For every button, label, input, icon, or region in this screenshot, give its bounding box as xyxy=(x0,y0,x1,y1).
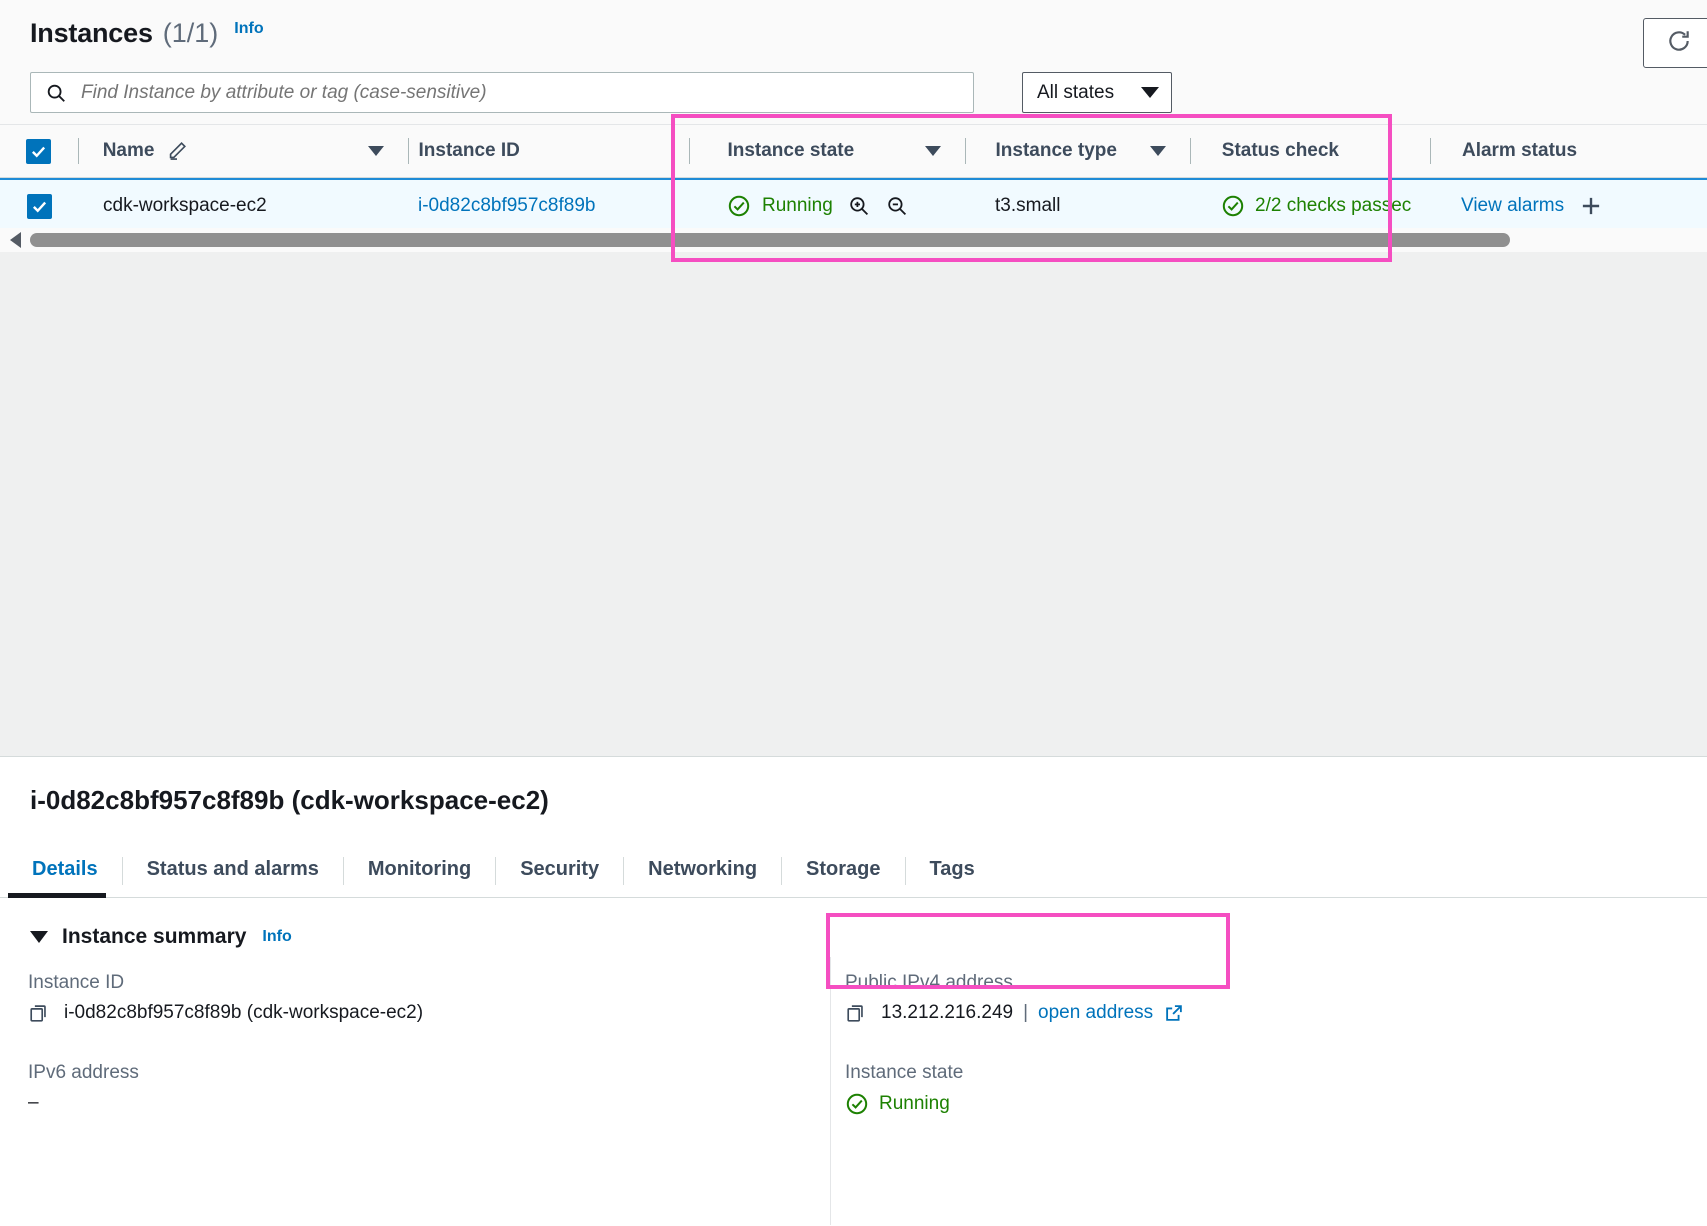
field-ipv6-value: – xyxy=(28,1092,39,1113)
summary-column-divider xyxy=(830,957,831,1225)
instance-summary-title: Instance summary xyxy=(62,925,247,948)
field-instance-id-value: i-0d82c8bf957c8f89b (cdk-workspace-ec2) xyxy=(64,1002,424,1023)
instance-type-text: t3.small xyxy=(995,195,1061,216)
sort-instance-state-button[interactable] xyxy=(924,146,941,156)
refresh-button[interactable] xyxy=(1643,18,1707,68)
column-header-status-check-label: Status check xyxy=(1221,140,1340,161)
status-check-text: 2/2 checks passec xyxy=(1255,195,1412,216)
header-info-link[interactable]: Info xyxy=(234,20,263,38)
column-header-name[interactable]: Name xyxy=(79,125,408,177)
search-row: All states xyxy=(0,68,1707,122)
sort-name-button[interactable] xyxy=(367,146,384,156)
tab-tags[interactable]: Tags xyxy=(906,858,999,897)
panel-header: Instances (1/1) Info xyxy=(0,0,1707,68)
ec2-instances-console: Instances (1/1) Info Find Instance by at… xyxy=(0,0,1707,1226)
search-box[interactable] xyxy=(30,72,974,113)
column-header-status-check[interactable]: Status check xyxy=(1191,125,1430,177)
tab-details[interactable]: Details xyxy=(0,858,122,898)
field-instance-id-label: Instance ID xyxy=(28,972,125,993)
tab-networking[interactable]: Networking xyxy=(624,858,781,897)
instance-state-text: Running xyxy=(762,195,833,216)
search-input[interactable] xyxy=(79,80,943,105)
column-header-instance-type[interactable]: Instance type xyxy=(966,125,1190,177)
column-header-alarm-status[interactable]: Alarm status xyxy=(1431,125,1707,177)
row-select-cell[interactable] xyxy=(0,180,78,232)
field-instance-state-value-row: Running xyxy=(845,1092,963,1116)
detail-panel-title: i-0d82c8bf957c8f89b (cdk-workspace-ec2) xyxy=(30,785,549,815)
field-ipv6-label: IPv6 address xyxy=(28,1062,139,1083)
sort-instance-type-button[interactable] xyxy=(1149,146,1166,156)
instance-summary-info-link[interactable]: Info xyxy=(262,928,291,946)
copy-icon[interactable] xyxy=(845,1002,867,1024)
cell-instance-id[interactable]: i-0d82c8bf957c8f89b xyxy=(408,180,690,232)
caret-left-icon[interactable] xyxy=(10,232,21,248)
check-circle-icon xyxy=(1221,194,1245,218)
cell-alarm-status[interactable]: View alarms xyxy=(1430,180,1707,232)
tab-storage[interactable]: Storage xyxy=(782,858,904,897)
select-all-cell[interactable] xyxy=(0,125,78,177)
tab-status-and-alarms[interactable]: Status and alarms xyxy=(123,858,343,897)
field-instance-state-label: Instance state xyxy=(845,1062,964,1083)
tab-monitoring[interactable]: Monitoring xyxy=(344,858,495,897)
column-header-instance-id[interactable]: Instance ID xyxy=(409,125,690,177)
copy-icon[interactable] xyxy=(28,1002,50,1024)
external-link-icon[interactable] xyxy=(1163,1002,1185,1024)
grid-header: Name Instance ID Instance state Instance… xyxy=(0,124,1707,178)
column-header-instance-id-label: Instance ID xyxy=(418,140,520,161)
instances-count: (1/1) xyxy=(162,17,219,48)
field-public-ipv4-label: Public IPv4 address xyxy=(845,972,1013,993)
instance-details-panel: i-0d82c8bf957c8f89b (cdk-workspace-ec2) … xyxy=(0,757,1707,1226)
tab-security[interactable]: Security xyxy=(496,858,623,897)
field-ipv6-address: IPv6 address – xyxy=(28,1062,139,1114)
cell-name-text: cdk-workspace-ec2 xyxy=(103,195,267,216)
instance-id-link[interactable]: i-0d82c8bf957c8f89b xyxy=(418,195,595,217)
magnifier-minus-icon[interactable] xyxy=(885,194,909,218)
pencil-icon[interactable] xyxy=(166,140,188,162)
column-header-instance-state-label: Instance state xyxy=(727,140,855,161)
instance-summary-header: Instance summary Info xyxy=(30,925,292,949)
row-checkbox[interactable] xyxy=(26,193,52,219)
horizontal-scrollbar[interactable] xyxy=(0,228,1707,252)
search-icon xyxy=(45,82,67,104)
field-public-ipv4: Public IPv4 address 13.212.216.249 | ope… xyxy=(845,972,1185,1024)
scrollbar-thumb[interactable] xyxy=(30,233,1510,247)
column-header-name-label: Name xyxy=(102,140,155,161)
field-instance-id-value-row: i-0d82c8bf957c8f89b (cdk-workspace-ec2) xyxy=(28,1002,423,1024)
column-header-alarm-status-label: Alarm status xyxy=(1461,140,1578,161)
field-public-ipv4-value: 13.212.216.249 xyxy=(881,1002,1014,1023)
magnifier-plus-icon[interactable] xyxy=(847,194,871,218)
state-filter-value: All states xyxy=(1037,81,1115,103)
detail-tabs: Details Status and alarms Monitoring Sec… xyxy=(0,835,1707,898)
instances-table-panel: Instances (1/1) Info Find Instance by at… xyxy=(0,0,1707,252)
column-header-instance-type-label: Instance type xyxy=(995,140,1117,161)
cell-name: cdk-workspace-ec2 xyxy=(78,180,408,232)
field-instance-id: Instance ID i-0d82c8bf957c8f89b (cdk-wor… xyxy=(28,972,423,1024)
cell-instance-type: t3.small xyxy=(965,180,1190,232)
table-row[interactable]: cdk-workspace-ec2 i-0d82c8bf957c8f89b Ru… xyxy=(0,178,1707,234)
table-empty-area xyxy=(0,252,1707,757)
column-header-instance-state[interactable]: Instance state xyxy=(690,125,964,177)
state-filter-select[interactable]: All states xyxy=(1022,72,1172,113)
instances-grid: Name Instance ID Instance state Instance… xyxy=(0,124,1707,234)
chevron-down-icon xyxy=(1141,87,1159,98)
chevron-down-icon[interactable] xyxy=(30,931,48,943)
view-alarms-link[interactable]: View alarms xyxy=(1461,195,1564,217)
select-all-checkbox[interactable] xyxy=(26,138,52,164)
check-circle-icon xyxy=(727,194,751,218)
cell-instance-state: Running xyxy=(690,180,965,232)
value-separator: | xyxy=(1023,1002,1029,1023)
page-title: Instances xyxy=(30,17,153,48)
cell-status-check: 2/2 checks passec xyxy=(1190,180,1430,232)
open-address-link[interactable]: open address xyxy=(1038,1002,1153,1024)
refresh-icon xyxy=(1666,28,1692,59)
field-instance-state-value: Running xyxy=(879,1093,950,1114)
field-instance-state: Instance state Running xyxy=(845,1062,963,1116)
check-circle-icon xyxy=(845,1092,869,1116)
plus-icon[interactable] xyxy=(1578,193,1604,219)
field-public-ipv4-value-row: 13.212.216.249 | open address xyxy=(845,1002,1185,1024)
